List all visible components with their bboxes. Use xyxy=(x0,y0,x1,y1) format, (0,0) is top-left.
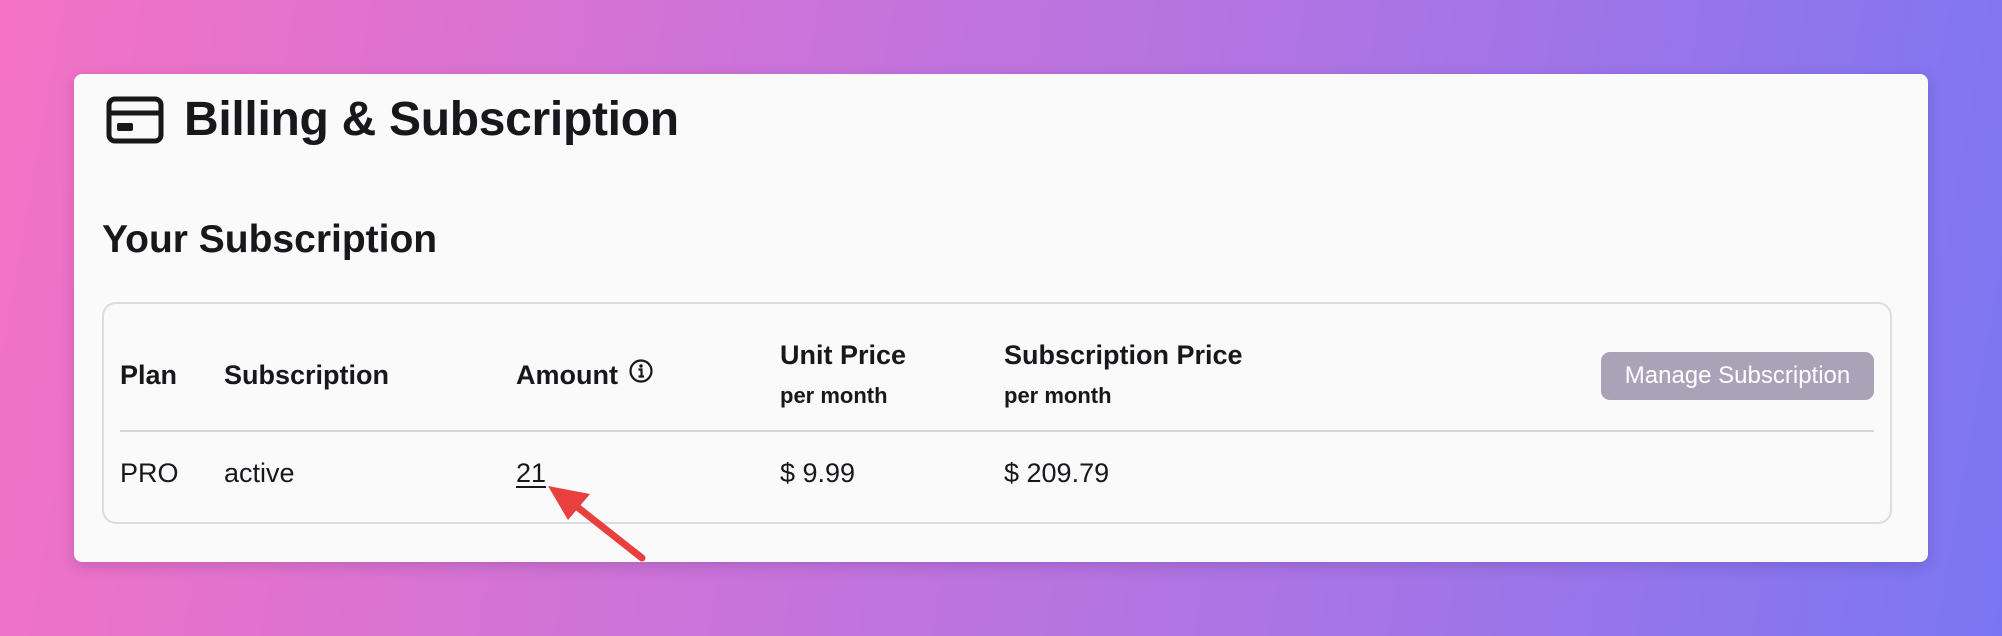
info-icon[interactable] xyxy=(628,358,654,391)
column-header-amount: Amount xyxy=(516,358,654,391)
page-title: Billing & Subscription xyxy=(184,93,679,146)
credit-card-icon xyxy=(106,96,164,144)
column-header-subscription-price-label: Subscription Price xyxy=(1004,340,1243,370)
cell-subscription-price: $ 209.79 xyxy=(1004,458,1110,488)
amount-link[interactable]: 21 xyxy=(516,458,546,488)
page-header: Billing & Subscription xyxy=(106,92,679,147)
column-header-plan: Plan xyxy=(120,360,178,390)
subscription-table: Plan Subscription Amount Unit Price per … xyxy=(102,302,1892,524)
column-header-unit-price-label: Unit Price xyxy=(780,340,907,370)
column-header-unit-price-sub: per month xyxy=(780,383,888,408)
table-divider xyxy=(120,430,1874,432)
cell-plan: PRO xyxy=(120,458,179,488)
section-title: Your Subscription xyxy=(102,218,438,261)
billing-card: Billing & Subscription Your Subscription… xyxy=(74,74,1928,562)
column-header-subscription-price-sub: per month xyxy=(1004,383,1112,408)
column-header-amount-label: Amount xyxy=(516,360,618,390)
column-header-unit-price: Unit Price per month xyxy=(780,340,906,409)
cell-subscription-status: active xyxy=(224,458,295,488)
cell-unit-price: $ 9.99 xyxy=(780,458,856,488)
column-header-subscription-price: Subscription Price per month xyxy=(1004,340,1243,409)
cell-amount: 21 xyxy=(516,458,546,489)
annotation-arrow-icon xyxy=(548,486,646,562)
manage-subscription-button[interactable]: Manage Subscription xyxy=(1601,352,1874,400)
column-header-subscription: Subscription xyxy=(224,360,390,390)
